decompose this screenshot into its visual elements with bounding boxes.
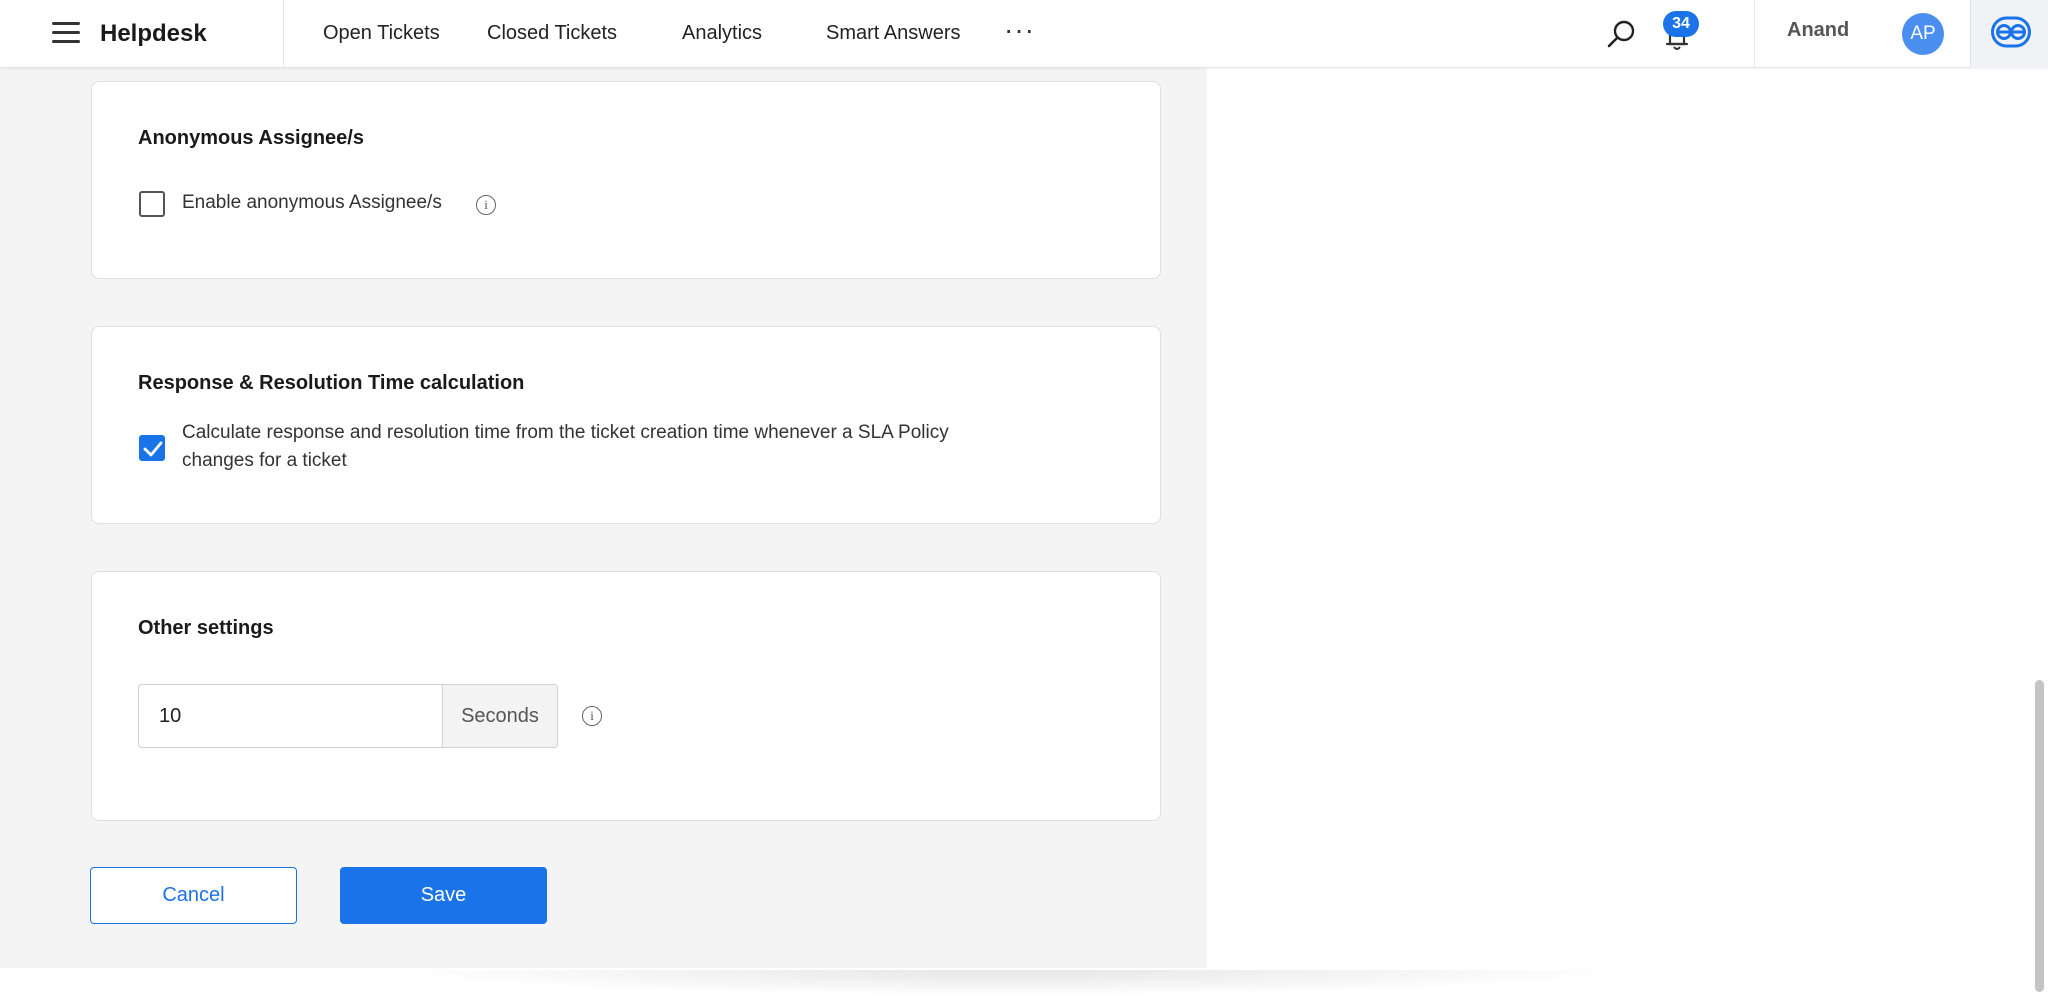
more-menu-icon[interactable]: ··· <box>1004 14 1035 46</box>
recalculate-sla-label-line2[interactable]: changes for a ticket <box>182 447 347 475</box>
save-button[interactable]: Save <box>340 867 547 924</box>
hamburger-menu-icon[interactable] <box>52 22 80 44</box>
enable-anonymous-checkbox[interactable] <box>139 191 165 217</box>
card-title-anonymous: Anonymous Assignee/s <box>138 127 364 149</box>
app-brand[interactable]: Helpdesk <box>100 20 207 48</box>
checkmark-icon <box>143 441 163 457</box>
notifications-bell-icon[interactable]: 34 <box>1660 11 1704 54</box>
header-divider <box>283 0 284 68</box>
app-switcher-logo-icon[interactable] <box>1970 0 2048 68</box>
nav-analytics[interactable]: Analytics <box>682 22 762 45</box>
nav-closed-tickets[interactable]: Closed Tickets <box>487 22 617 45</box>
card-title-other: Other settings <box>138 617 274 639</box>
info-icon[interactable]: i <box>476 195 496 215</box>
search-icon[interactable] <box>1606 18 1638 50</box>
bottom-shadow <box>380 970 1640 996</box>
scrollbar-thumb[interactable] <box>2035 680 2044 992</box>
cancel-button[interactable]: Cancel <box>90 867 297 924</box>
avatar[interactable]: AP <box>1902 13 1944 55</box>
other-settings-card: Other settings Seconds i <box>91 571 1161 821</box>
recalculate-sla-label-line1[interactable]: Calculate response and resolution time f… <box>182 419 949 447</box>
enable-anonymous-label[interactable]: Enable anonymous Assignee/s <box>182 189 442 217</box>
timeout-seconds-input[interactable] <box>138 684 442 748</box>
top-navigation-bar: Helpdesk Open Tickets Closed Tickets Ana… <box>0 0 2048 68</box>
notification-count-badge: 34 <box>1663 11 1699 37</box>
info-icon[interactable]: i <box>582 706 602 726</box>
user-name[interactable]: Anand <box>1787 19 1849 42</box>
header-divider <box>1754 0 1755 68</box>
card-title-response: Response & Resolution Time calculation <box>138 372 525 394</box>
anonymous-assignee-card: Anonymous Assignee/s Enable anonymous As… <box>91 81 1161 279</box>
response-resolution-card: Response & Resolution Time calculation C… <box>91 326 1161 524</box>
recalculate-sla-checkbox[interactable] <box>139 435 165 461</box>
right-blank-area <box>1207 68 2037 996</box>
nav-smart-answers[interactable]: Smart Answers <box>826 22 960 45</box>
seconds-unit-addon: Seconds <box>442 684 558 748</box>
nav-open-tickets[interactable]: Open Tickets <box>323 22 440 45</box>
